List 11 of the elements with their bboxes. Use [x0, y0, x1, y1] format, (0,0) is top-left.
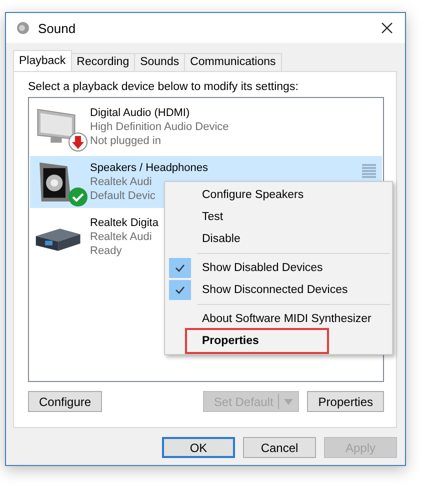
device-name: Digital Audio (HDMI) — [90, 106, 190, 120]
device-description: Realtek Audi — [90, 230, 152, 244]
device-status: Default Devic — [90, 189, 156, 203]
device-status: Not plugged in — [90, 134, 161, 148]
device-description: Realtek Audi — [90, 175, 152, 189]
instruction-text: Select a playback device below to modify its settings: — [28, 81, 300, 93]
device-name: Realtek Digita — [90, 216, 158, 230]
device-description: High Definition Audio Device — [90, 120, 229, 134]
device-status: Ready — [90, 244, 122, 258]
device-name: Speakers / Headphones — [90, 161, 208, 175]
window-title: Sound — [38, 20, 77, 36]
